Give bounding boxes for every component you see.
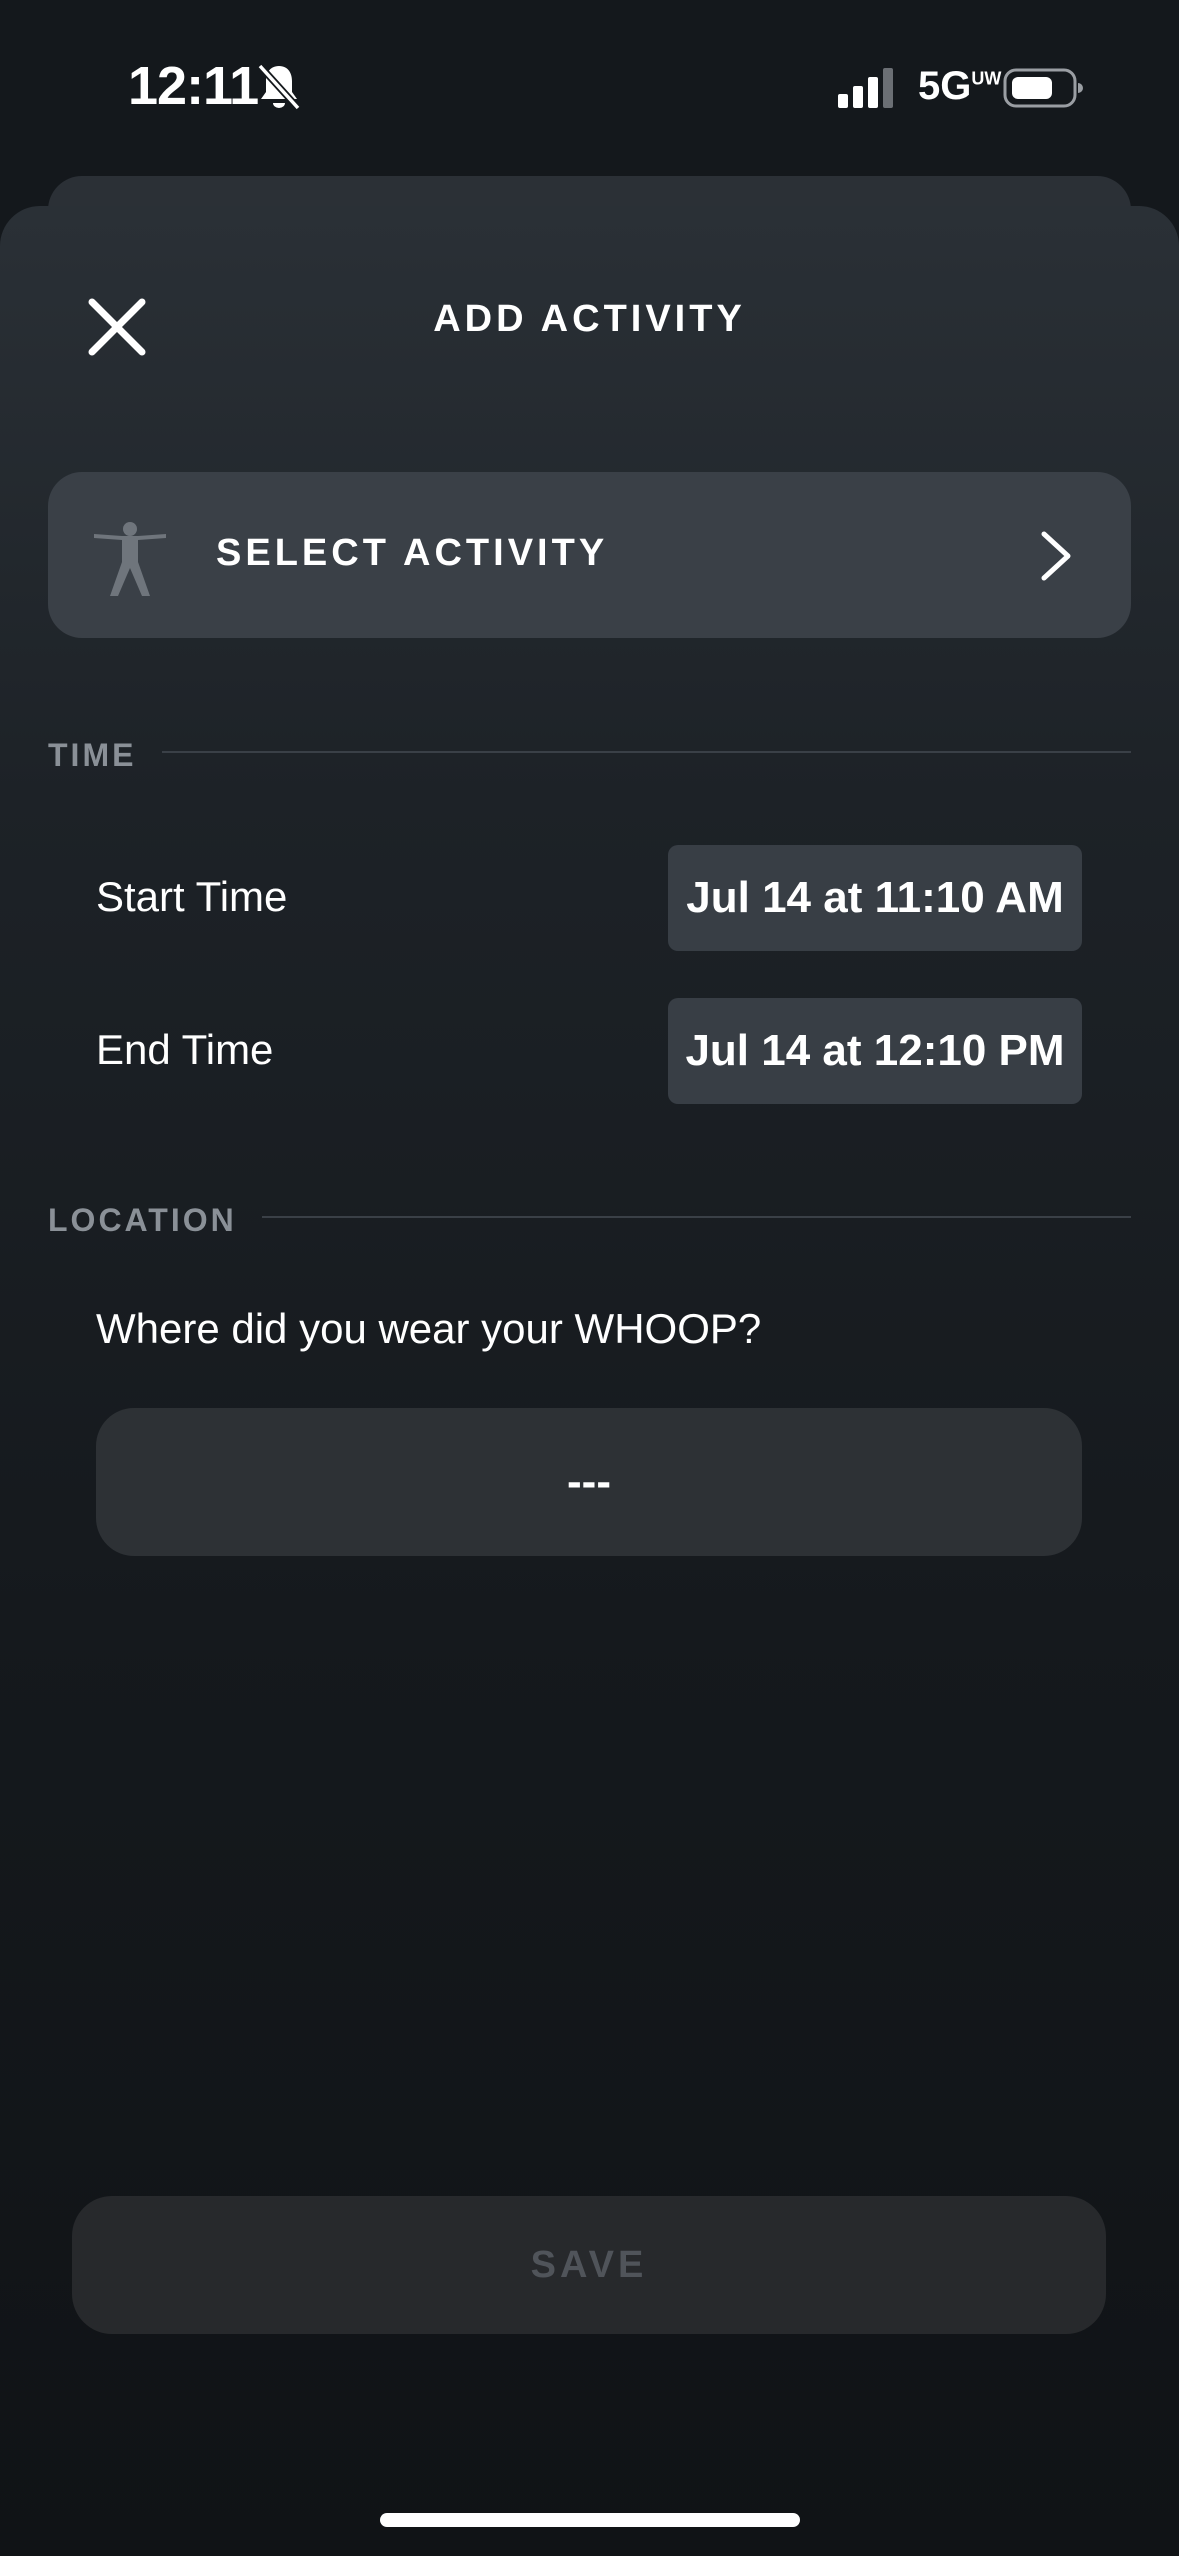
chevron-right-icon	[1041, 531, 1071, 581]
status-time: 12:11	[128, 56, 259, 116]
person-figure-icon	[94, 522, 166, 596]
location-question: Where did you wear your WHOOP?	[96, 1305, 762, 1352]
end-time-label: End Time	[96, 1026, 274, 1073]
page-title: ADD ACTIVITY	[433, 298, 746, 340]
save-button[interactable]: SAVE	[72, 2196, 1106, 2334]
select-activity-button[interactable]: SELECT ACTIVITY	[48, 472, 1131, 638]
status-bar: 12:11 5GUW	[0, 0, 1179, 175]
location-section-heading: LOCATION	[48, 1202, 237, 1238]
battery-icon	[1003, 68, 1083, 108]
start-time-button[interactable]: Jul 14 at 11:10 AM	[668, 845, 1082, 951]
time-section-divider	[162, 751, 1131, 753]
bell-slash-icon	[257, 63, 301, 111]
network-badge: UW	[971, 68, 1002, 89]
home-indicator[interactable]	[380, 2513, 800, 2527]
location-section-divider	[262, 1216, 1131, 1218]
select-activity-label: SELECT ACTIVITY	[216, 532, 609, 574]
start-time-label: Start Time	[96, 873, 288, 920]
end-time-button[interactable]: Jul 14 at 12:10 PM	[668, 998, 1082, 1104]
network-indicator: 5GUW	[918, 64, 1001, 109]
network-type: 5G	[918, 64, 972, 108]
location-select[interactable]: ---	[96, 1408, 1082, 1556]
time-section-heading: TIME	[48, 737, 137, 773]
signal-bars-icon	[838, 68, 893, 108]
